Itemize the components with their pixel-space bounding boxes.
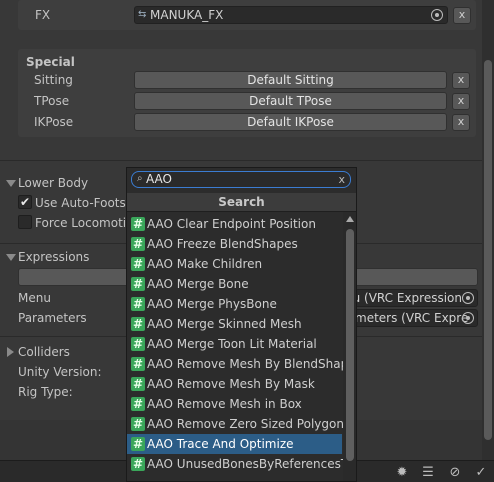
scroll-up-arrow-icon[interactable]	[346, 216, 354, 222]
fx-value: MANUKA_FX	[150, 8, 224, 22]
list-item[interactable]: # AAO Freeze BlendShapes	[127, 234, 342, 254]
script-icon: #	[131, 217, 145, 231]
list-item-label: AAO Remove Zero Sized Polygon	[147, 417, 344, 431]
target-icon[interactable]	[462, 292, 474, 304]
target-icon[interactable]	[431, 9, 443, 21]
colliders-title[interactable]: Colliders	[18, 344, 70, 360]
popup-scrollbar-thumb[interactable]	[346, 229, 354, 461]
list-item[interactable]: # AAO Remove Zero Sized Polygon	[127, 414, 344, 434]
list-item-label: AAO Clear Endpoint Position	[147, 217, 316, 231]
fx-object-field[interactable]: ⇆ MANUKA_FX	[134, 6, 448, 24]
menu-value: nu (VRC Expression	[345, 291, 462, 305]
list-item[interactable]: # AAO Merge Toon Lit Material	[127, 334, 342, 354]
parameters-value: meters (VRC Expre	[355, 311, 469, 325]
list-item-label: AAO Remove Mesh By BlendShape	[147, 357, 356, 371]
list-item-label: AAO Merge Toon Lit Material	[147, 337, 317, 351]
list-item[interactable]: # AAO Trace And Optimize	[127, 434, 342, 454]
check-circle-icon[interactable]: ✓	[473, 465, 489, 481]
ikpose-clear-button[interactable]: x	[452, 114, 470, 131]
script-icon: #	[131, 237, 145, 251]
script-icon: #	[131, 457, 145, 471]
parameters-label: Parameters	[18, 311, 87, 325]
script-icon: #	[131, 377, 145, 391]
sitting-clear-button[interactable]: x	[452, 72, 470, 89]
list-item-label: AAO Trace And Optimize	[147, 437, 294, 451]
script-icon: #	[131, 317, 145, 331]
add-component-popup: ⌕ AAO x Search # AAO Clear Endpoint Posit…	[126, 167, 357, 482]
list-item-label: AAO Merge Skinned Mesh	[147, 317, 302, 331]
expressions-foldout-icon[interactable]	[6, 254, 16, 261]
expressions-title[interactable]: Expressions	[18, 249, 89, 265]
fx-label: FX	[35, 8, 51, 22]
use-auto-footstep-label: Use Auto-Footst	[35, 196, 131, 210]
ikpose-label: IKPose	[34, 115, 74, 129]
tpose-label: TPose	[34, 94, 70, 108]
sitting-label: Sitting	[34, 73, 73, 87]
search-header: Search	[127, 193, 356, 212]
target-icon[interactable]	[462, 312, 474, 324]
colliders-foldout-icon[interactable]	[7, 347, 14, 357]
script-icon: #	[131, 397, 145, 411]
tpose-clear-button[interactable]: x	[452, 93, 470, 110]
inspector-scrollbar[interactable]	[482, 0, 494, 460]
default-ikpose-button[interactable]: Default IKPose	[134, 113, 447, 131]
script-icon: #	[131, 257, 145, 271]
list-item-label: AAO Remove Mesh By Mask	[147, 377, 315, 391]
list-item-label: AAO UnusedBonesByReferencesTool	[147, 457, 357, 471]
list-item[interactable]: # AAO Merge PhysBone	[127, 294, 342, 314]
list-item-label: AAO Merge Bone	[147, 277, 249, 291]
unity-version-label: Unity Version:	[18, 365, 102, 379]
inspector-scrollbar-thumb[interactable]	[484, 60, 492, 440]
script-icon: #	[131, 357, 145, 371]
eye-slash-icon[interactable]: ⊘	[447, 465, 463, 481]
component-list: # AAO Clear Endpoint Position # AAO Freeze …	[127, 214, 356, 481]
list-item[interactable]: # AAO Merge Skinned Mesh	[127, 314, 342, 334]
layers-icon[interactable]: ☰	[420, 465, 436, 481]
script-icon: #	[131, 277, 145, 291]
search-clear-icon[interactable]: x	[338, 172, 345, 187]
bug-icon[interactable]: ✹	[394, 465, 410, 481]
use-auto-footstep-checkbox[interactable]: ✔	[18, 195, 32, 209]
list-item-label: AAO Make Children	[147, 257, 263, 271]
list-item[interactable]: # AAO Clear Endpoint Position	[127, 214, 342, 234]
force-locomotion-label: Force Locomotio	[35, 216, 134, 230]
lower-body-foldout-icon[interactable]	[6, 180, 16, 187]
script-icon: #	[131, 437, 145, 451]
list-item-label: AAO Remove Mesh in Box	[147, 397, 302, 411]
menu-field[interactable]: nu (VRC Expression	[340, 289, 478, 307]
list-item-label: AAO Freeze BlendShapes	[147, 237, 298, 251]
list-item[interactable]: # AAO Remove Mesh in Box	[127, 394, 342, 414]
search-value: AAO	[146, 172, 172, 186]
script-icon: #	[131, 297, 145, 311]
parameters-field[interactable]: meters (VRC Expre	[340, 309, 478, 327]
fx-clear-button[interactable]: x	[453, 7, 471, 24]
list-item[interactable]: # AAO UnusedBonesByReferencesTool	[127, 454, 356, 474]
menu-label: Menu	[18, 291, 51, 305]
list-item[interactable]: # AAO Merge Bone	[127, 274, 342, 294]
list-item[interactable]: # AAO Make Children	[127, 254, 342, 274]
list-item[interactable]: # AAO Remove Mesh By BlendShape	[127, 354, 356, 374]
script-icon: #	[131, 417, 145, 431]
search-input[interactable]: ⌕ AAO x	[131, 171, 351, 188]
list-item[interactable]: # AAO Remove Mesh By Mask	[127, 374, 342, 394]
divider	[0, 160, 494, 161]
force-locomotion-checkbox[interactable]	[18, 215, 32, 229]
lower-body-title[interactable]: Lower Body	[18, 175, 88, 191]
popup-scrollbar[interactable]	[343, 212, 356, 481]
list-item-label: AAO Merge PhysBone	[147, 297, 277, 311]
default-tpose-button[interactable]: Default TPose	[134, 92, 447, 110]
search-icon: ⌕	[137, 173, 143, 184]
default-sitting-button[interactable]: Default Sitting	[134, 71, 447, 89]
rig-type-label: Rig Type:	[18, 385, 73, 399]
controller-icon: ⇆	[138, 9, 147, 20]
special-title: Special	[26, 55, 75, 69]
script-icon: #	[131, 337, 145, 351]
